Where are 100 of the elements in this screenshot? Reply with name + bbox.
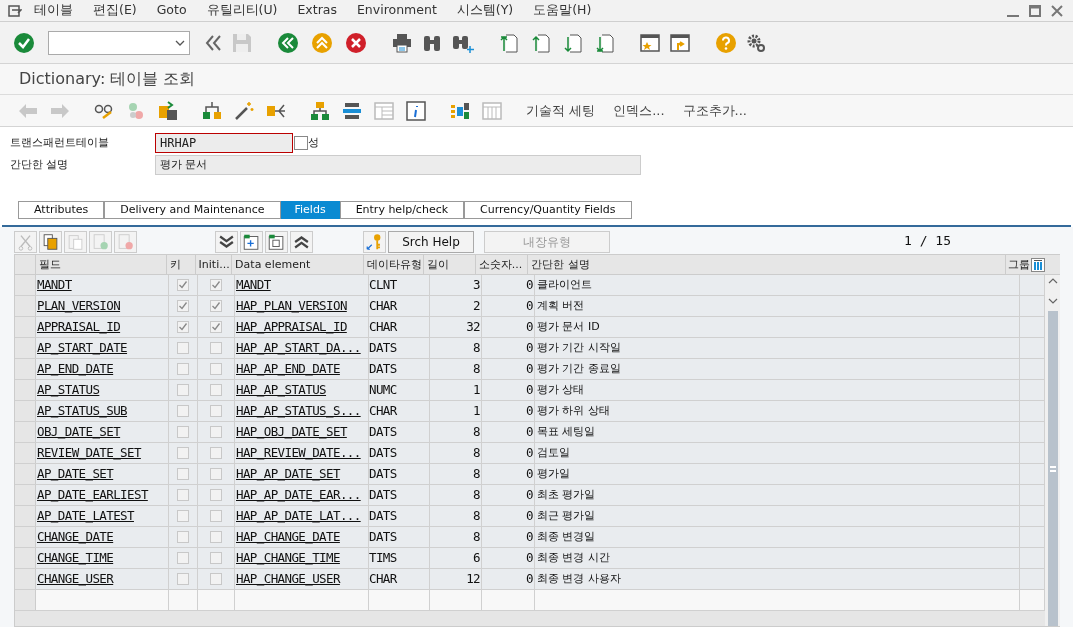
structure-icon[interactable]: [450, 100, 470, 121]
link[interactable]: PLAN_VERSION: [37, 296, 121, 316]
checkbox[interactable]: [177, 489, 189, 501]
toolbar-button[interactable]: 인덱스...: [607, 100, 671, 121]
checkbox[interactable]: [210, 447, 222, 459]
checkbox[interactable]: [177, 405, 189, 417]
scrollbar-thumb[interactable]: [1047, 311, 1058, 626]
scroll-down-icon[interactable]: [1047, 297, 1058, 305]
toolbar-button[interactable]: 구조추가...: [676, 100, 753, 121]
row-selector[interactable]: [15, 590, 36, 610]
value-help-icon[interactable]: [294, 136, 308, 150]
add-entry-icon[interactable]: [240, 231, 263, 253]
checkbox[interactable]: [177, 468, 189, 480]
link[interactable]: CHANGE_USER: [37, 569, 114, 589]
menu-icon[interactable]: [8, 4, 22, 17]
checkbox[interactable]: [210, 426, 222, 438]
row-selector[interactable]: [15, 275, 36, 295]
circles-icon[interactable]: [126, 100, 146, 121]
row-selector[interactable]: [15, 296, 36, 316]
row-selector[interactable]: [15, 464, 36, 484]
checkbox[interactable]: [177, 531, 189, 543]
checkbox[interactable]: [210, 489, 222, 501]
row-selector[interactable]: [15, 317, 36, 337]
arrow-right-icon[interactable]: [50, 102, 70, 119]
table-icon[interactable]: [374, 100, 394, 121]
row-selector[interactable]: [15, 422, 36, 442]
link[interactable]: HAP_AP_DATE_SET: [236, 464, 340, 484]
menu-item[interactable]: 테이블: [34, 1, 73, 20]
row-selector[interactable]: [15, 401, 36, 421]
hierarchy-icon[interactable]: [202, 100, 222, 121]
tab[interactable]: Currency/Quantity Fields: [464, 201, 632, 219]
gear-icon[interactable]: [746, 32, 766, 53]
double-chevron-left-icon[interactable]: [204, 33, 222, 52]
help-icon[interactable]: [716, 32, 736, 53]
cancel-icon[interactable]: [346, 32, 366, 53]
previous-page-icon[interactable]: [532, 32, 550, 53]
input-field[interactable]: 평가 문서: [155, 155, 641, 175]
checkbox[interactable]: [177, 447, 189, 459]
save-icon[interactable]: [232, 32, 252, 53]
chevron-down-icon[interactable]: [175, 39, 185, 46]
menu-item[interactable]: 유틸리티(U): [206, 1, 278, 20]
link[interactable]: AP_DATE_SET: [37, 464, 114, 484]
back-icon[interactable]: [278, 32, 298, 53]
link[interactable]: AP_STATUS_SUB: [37, 401, 128, 421]
menu-item[interactable]: 시스템(Y): [456, 1, 514, 20]
checkbox[interactable]: [210, 573, 222, 585]
next-page-icon[interactable]: [564, 32, 582, 53]
link[interactable]: HAP_AP_START_DA...: [236, 338, 361, 358]
exit-icon[interactable]: [312, 32, 332, 53]
maximize-icon[interactable]: [1029, 4, 1041, 17]
link[interactable]: REVIEW_DATE_SET: [37, 443, 141, 463]
check-icon[interactable]: [14, 32, 34, 53]
checkbox[interactable]: [177, 321, 189, 333]
command-field[interactable]: [48, 30, 190, 55]
checkbox[interactable]: [210, 552, 222, 564]
link[interactable]: HAP_AP_STATUS_S...: [236, 401, 361, 421]
link[interactable]: HAP_AP_STATUS: [236, 380, 327, 400]
link[interactable]: AP_END_DATE: [37, 359, 114, 379]
checkbox[interactable]: [177, 384, 189, 396]
checkbox[interactable]: [177, 426, 189, 438]
link[interactable]: HAP_PLAN_VERSION: [236, 296, 347, 316]
link[interactable]: HAP_CHANGE_DATE: [236, 527, 340, 547]
checkbox[interactable]: [177, 573, 189, 585]
link[interactable]: AP_STATUS: [37, 380, 100, 400]
link[interactable]: HAP_APPRAISAL_ID: [236, 317, 347, 337]
link[interactable]: CHANGE_TIME: [37, 548, 114, 568]
row-selector[interactable]: [15, 359, 36, 379]
checkbox[interactable]: [210, 363, 222, 375]
checkbox[interactable]: [177, 300, 189, 312]
info-icon[interactable]: [406, 100, 426, 121]
row-selector[interactable]: [15, 485, 36, 505]
scrollbar-track[interactable]: [1045, 255, 1060, 626]
tab[interactable]: Delivery and Maintenance: [104, 201, 281, 219]
checkbox[interactable]: [210, 510, 222, 522]
delete-row-icon[interactable]: [114, 231, 137, 253]
checkbox[interactable]: [177, 279, 189, 291]
row-selector[interactable]: [15, 548, 36, 568]
column-header[interactable]: 그룹: [1006, 255, 1031, 275]
menu-item[interactable]: Environment: [356, 1, 437, 20]
scroll-up-icon[interactable]: [1047, 277, 1058, 285]
checkbox[interactable]: [177, 552, 189, 564]
link[interactable]: AP_START_DATE: [37, 338, 128, 358]
checkbox[interactable]: [210, 300, 222, 312]
remove-entry-icon[interactable]: [265, 231, 288, 253]
printer-icon[interactable]: [392, 32, 412, 53]
org-chart-icon[interactable]: [310, 100, 330, 121]
checkbox[interactable]: [210, 531, 222, 543]
tab[interactable]: Fields: [280, 201, 340, 219]
shortcut-icon[interactable]: [670, 32, 690, 53]
link[interactable]: HAP_AP_DATE_LAT...: [236, 506, 361, 526]
checkbox[interactable]: [177, 342, 189, 354]
toolbar-button[interactable]: Srch Help: [388, 231, 474, 253]
link[interactable]: HAP_CHANGE_TIME: [236, 548, 340, 568]
link[interactable]: MANDT: [37, 275, 72, 295]
checkbox[interactable]: [210, 279, 222, 291]
arrow-left-icon[interactable]: [18, 102, 38, 119]
menu-item[interactable]: Extras: [297, 1, 337, 20]
grid-icon[interactable]: [482, 100, 502, 121]
column-settings-icon[interactable]: [1031, 258, 1045, 272]
link[interactable]: HAP_CHANGE_USER: [236, 569, 340, 589]
